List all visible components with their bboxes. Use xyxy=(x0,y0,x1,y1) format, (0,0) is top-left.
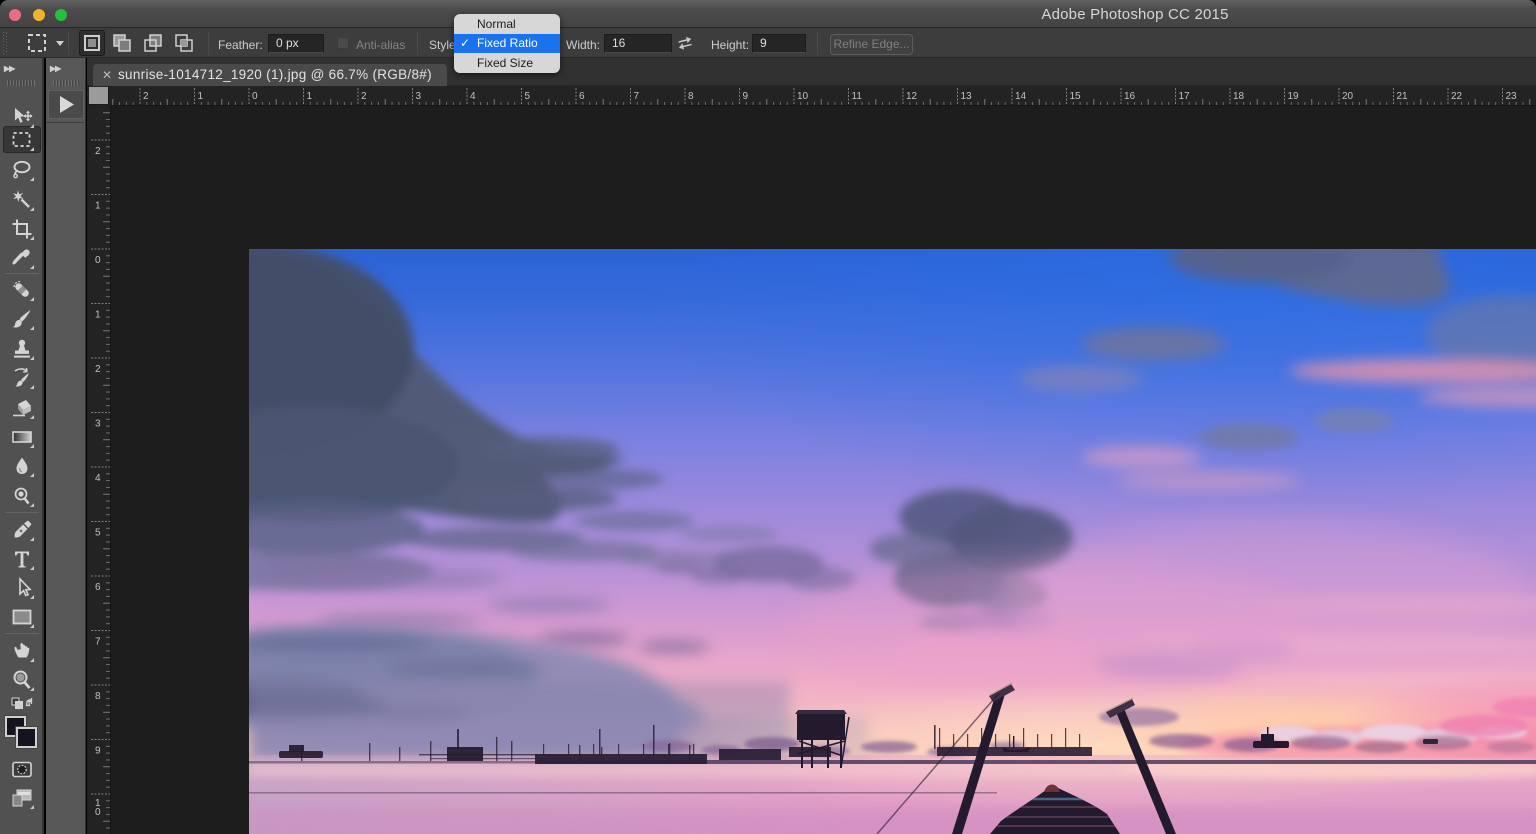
svg-text:22: 22 xyxy=(1451,91,1463,102)
svg-text:17: 17 xyxy=(1179,91,1191,102)
svg-text:6: 6 xyxy=(95,582,101,593)
svg-text:11: 11 xyxy=(852,91,863,102)
svg-text:2: 2 xyxy=(143,91,149,102)
svg-text:9: 9 xyxy=(95,746,101,757)
svg-text:1: 1 xyxy=(198,91,204,102)
svg-text:19: 19 xyxy=(1288,91,1300,102)
svg-text:21: 21 xyxy=(1397,91,1409,102)
svg-text:5: 5 xyxy=(95,528,101,539)
svg-text:10: 10 xyxy=(797,91,809,102)
svg-text:8: 8 xyxy=(688,91,694,102)
svg-text:9: 9 xyxy=(743,91,749,102)
svg-text:18: 18 xyxy=(1233,91,1245,102)
svg-text:8: 8 xyxy=(95,691,101,702)
svg-text:4: 4 xyxy=(470,91,476,102)
svg-text:0: 0 xyxy=(252,91,258,102)
svg-text:0: 0 xyxy=(95,255,101,266)
svg-text:2: 2 xyxy=(95,364,101,375)
svg-text:1: 1 xyxy=(95,310,101,321)
svg-text:1: 1 xyxy=(95,201,101,212)
svg-text:13: 13 xyxy=(961,91,973,102)
svg-text:3: 3 xyxy=(416,91,422,102)
svg-text:10: 10 xyxy=(95,798,101,818)
svg-text:20: 20 xyxy=(1342,91,1354,102)
svg-text:7: 7 xyxy=(95,637,101,648)
svg-text:2: 2 xyxy=(361,91,367,102)
svg-text:14: 14 xyxy=(1015,91,1027,102)
svg-text:5: 5 xyxy=(525,91,531,102)
svg-text:15: 15 xyxy=(1070,91,1082,102)
svg-text:3: 3 xyxy=(95,419,101,430)
svg-text:12: 12 xyxy=(906,91,918,102)
svg-text:4: 4 xyxy=(95,473,101,484)
svg-text:2: 2 xyxy=(95,146,101,157)
svg-text:16: 16 xyxy=(1124,91,1136,102)
svg-text:23: 23 xyxy=(1506,91,1518,102)
svg-text:7: 7 xyxy=(634,91,640,102)
svg-text:6: 6 xyxy=(579,91,585,102)
svg-text:1: 1 xyxy=(307,91,313,102)
